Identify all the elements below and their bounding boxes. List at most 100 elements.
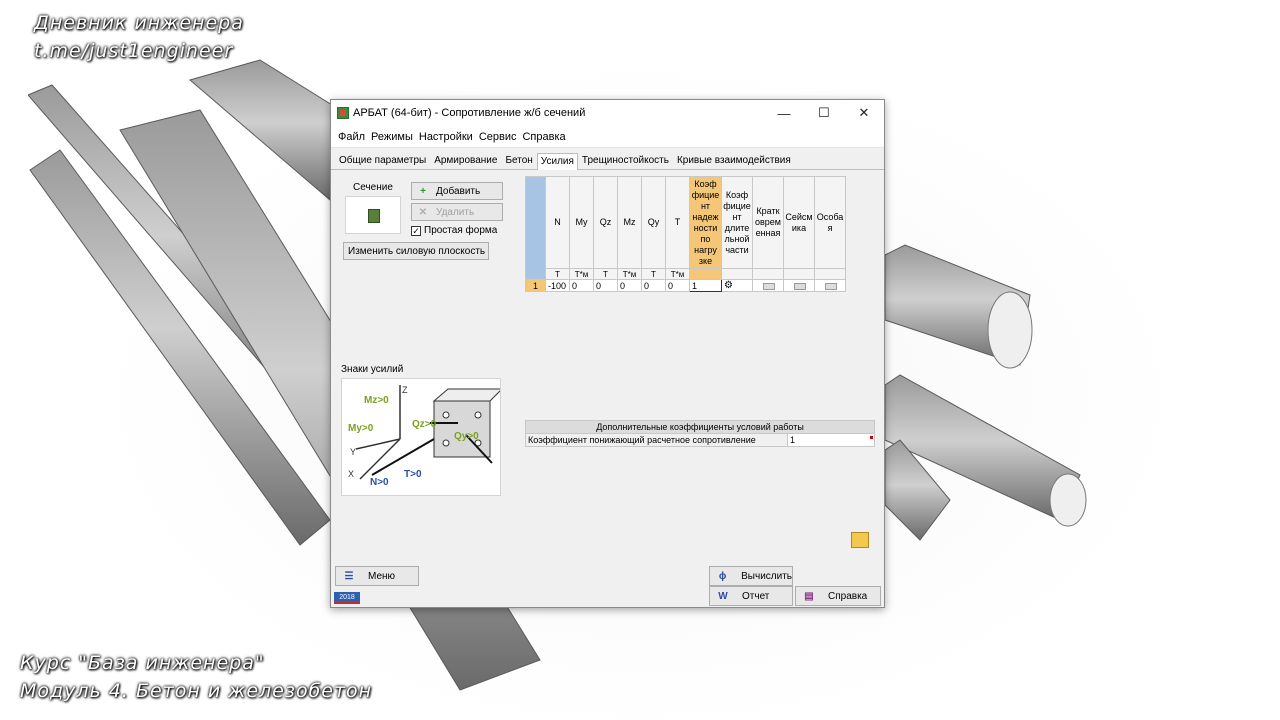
simple-shape-checkbox[interactable]: ✓ Простая форма bbox=[411, 225, 497, 236]
col-my-header: My bbox=[569, 176, 594, 269]
mz-label: Mz>0 bbox=[364, 395, 389, 406]
delete-button[interactable]: ✕ Удалить bbox=[411, 203, 503, 221]
col-mz-unit: T*м bbox=[617, 268, 642, 280]
app-window: АРБАТ (64-бит) - Сопротивление ж/б сечен… bbox=[330, 99, 885, 608]
year-badge: 2018 bbox=[334, 592, 360, 604]
menu-modes[interactable]: Режимы bbox=[368, 131, 416, 143]
change-plane-button[interactable]: Изменить силовую плоскость bbox=[343, 242, 489, 260]
cell-qz[interactable]: 0 bbox=[593, 279, 618, 292]
table-row: Коэффициент понижающий расчетное сопроти… bbox=[525, 433, 875, 447]
menu-service[interactable]: Сервис bbox=[476, 131, 520, 143]
tab-crack-resistance[interactable]: Трещиностойкость bbox=[578, 152, 673, 169]
menu-icon: ☰ bbox=[344, 570, 354, 582]
col-t-header: T bbox=[665, 176, 690, 269]
tab-interaction-curves[interactable]: Кривые взаимодействия bbox=[673, 152, 795, 169]
qz-label: Qz>0 bbox=[412, 419, 437, 430]
cell-long-term[interactable]: ⚙ bbox=[721, 279, 753, 292]
section-preview[interactable] bbox=[345, 196, 401, 234]
report-icon: W bbox=[718, 590, 728, 602]
close-icon[interactable]: ✕ bbox=[844, 100, 884, 126]
cell-reliability[interactable]: 1 bbox=[689, 279, 722, 292]
axis-z-label: Z bbox=[402, 385, 408, 395]
cell-special[interactable] bbox=[814, 279, 846, 292]
col-qz-unit: T bbox=[593, 268, 618, 280]
cell-my[interactable]: 0 bbox=[569, 279, 594, 292]
cell-short-term[interactable] bbox=[752, 279, 784, 292]
coefficient-value[interactable]: 1 bbox=[790, 435, 795, 445]
app-icon bbox=[337, 107, 349, 119]
col-mz-header: Mz bbox=[617, 176, 642, 269]
coefficient-value-cell[interactable]: 1 bbox=[787, 433, 875, 447]
folder-icon[interactable] bbox=[851, 532, 869, 548]
short-term-button[interactable] bbox=[763, 282, 775, 290]
title-bar[interactable]: АРБАТ (64-бит) - Сопротивление ж/б сечен… bbox=[331, 100, 884, 126]
menu-button-label: Меню bbox=[368, 570, 396, 582]
checkbox-icon[interactable]: ✓ bbox=[411, 225, 421, 236]
signs-label: Знаки усилий bbox=[341, 364, 404, 375]
watermark-link: t.me/just1engineer bbox=[34, 40, 234, 62]
minimize-icon[interactable]: — bbox=[764, 100, 804, 126]
col-qy-unit: T bbox=[641, 268, 666, 280]
force-signs-diagram: Mz>0 My>0 Qz>0 Qy>0 N>0 T>0 Z Y X bbox=[341, 378, 504, 496]
cell-mz[interactable]: 0 bbox=[617, 279, 642, 292]
window-controls: — ☐ ✕ bbox=[764, 100, 884, 126]
tab-loads[interactable]: Усилия bbox=[536, 153, 578, 170]
report-button[interactable]: W Отчет bbox=[709, 586, 793, 606]
menu-help[interactable]: Справка bbox=[519, 131, 568, 143]
menu-bar: Файл Режимы Настройки Сервис Справка bbox=[331, 126, 884, 148]
menu-button[interactable]: ☰ Меню bbox=[335, 566, 419, 586]
delete-button-label: Удалить bbox=[436, 206, 475, 218]
cell-t[interactable]: 0 bbox=[665, 279, 690, 292]
col-long-term-header: Коэф фицие нт длите льной части bbox=[721, 176, 753, 269]
calculate-button[interactable]: ϕ Вычислить bbox=[709, 566, 793, 586]
tab-general[interactable]: Общие параметры bbox=[335, 152, 430, 169]
change-plane-label: Изменить силовую плоскость bbox=[348, 245, 486, 257]
cell-seismic[interactable] bbox=[783, 279, 815, 292]
help-button-label: Справка bbox=[828, 590, 868, 602]
maximize-icon[interactable]: ☐ bbox=[804, 100, 844, 126]
tab-reinforcement[interactable]: Армирование bbox=[430, 152, 501, 169]
cell-n[interactable]: -100 bbox=[545, 279, 570, 292]
t-label: T>0 bbox=[404, 469, 422, 480]
help-button[interactable]: ▤ Справка bbox=[795, 586, 881, 606]
col-t-unit: T*м bbox=[665, 268, 690, 280]
my-label: My>0 bbox=[348, 423, 374, 434]
delete-x-icon: ✕ bbox=[418, 206, 428, 218]
table-row: 1 -100 0 0 0 0 0 1 ⚙ bbox=[525, 279, 846, 292]
window-title: АРБАТ (64-бит) - Сопротивление ж/б сечен… bbox=[353, 107, 586, 119]
col-reliability-unit bbox=[689, 268, 722, 280]
seismic-button[interactable] bbox=[794, 282, 806, 290]
col-n-header: N bbox=[545, 176, 570, 269]
section-group: Сечение bbox=[341, 180, 403, 236]
special-button[interactable] bbox=[825, 282, 837, 290]
report-button-label: Отчет bbox=[742, 590, 770, 602]
loads-grid: N My Qz Mz Qy T Коэф фицие нт надеж ност… bbox=[525, 176, 846, 292]
tab-bar: Общие параметры Армирование Бетон Усилия… bbox=[331, 152, 884, 170]
calculate-button-label: Вычислить bbox=[741, 570, 792, 582]
menu-file[interactable]: Файл bbox=[335, 131, 368, 143]
left-strip bbox=[0, 0, 28, 720]
help-book-icon: ▤ bbox=[804, 590, 814, 602]
col-short-term-header: Кратк оврем енная bbox=[752, 176, 784, 269]
col-seismic-header: Сейсм ика bbox=[783, 176, 815, 269]
col-my-unit: T*м bbox=[569, 268, 594, 280]
axis-x-label: X bbox=[348, 469, 354, 479]
cursor-icon: ⚙ bbox=[724, 280, 733, 291]
row-number[interactable]: 1 bbox=[525, 279, 546, 292]
red-marker-icon bbox=[870, 436, 873, 439]
watermark-module: Модуль 4. Бетон и железобетон bbox=[20, 680, 373, 702]
qy-label: Qy>0 bbox=[454, 431, 479, 442]
add-button-label: Добавить bbox=[436, 185, 481, 197]
col-reliability-header: Коэф фицие нт надеж ности по нагру зке bbox=[689, 176, 722, 269]
col-qz-header: Qz bbox=[593, 176, 618, 269]
force-signs-svg: Mz>0 My>0 Qz>0 Qy>0 N>0 T>0 Z Y X bbox=[348, 385, 504, 488]
coefficients-table: Дополнительные коэффициенты условий рабо… bbox=[525, 420, 875, 447]
watermark-title: Дневник инженера bbox=[34, 12, 244, 34]
cell-qy[interactable]: 0 bbox=[641, 279, 666, 292]
menu-settings[interactable]: Настройки bbox=[416, 131, 476, 143]
add-button[interactable]: + Добавить bbox=[411, 182, 503, 200]
grid-corner bbox=[525, 176, 546, 280]
col-long-term-unit bbox=[721, 268, 753, 280]
n-label: N>0 bbox=[370, 477, 389, 488]
tab-concrete[interactable]: Бетон bbox=[501, 152, 536, 169]
